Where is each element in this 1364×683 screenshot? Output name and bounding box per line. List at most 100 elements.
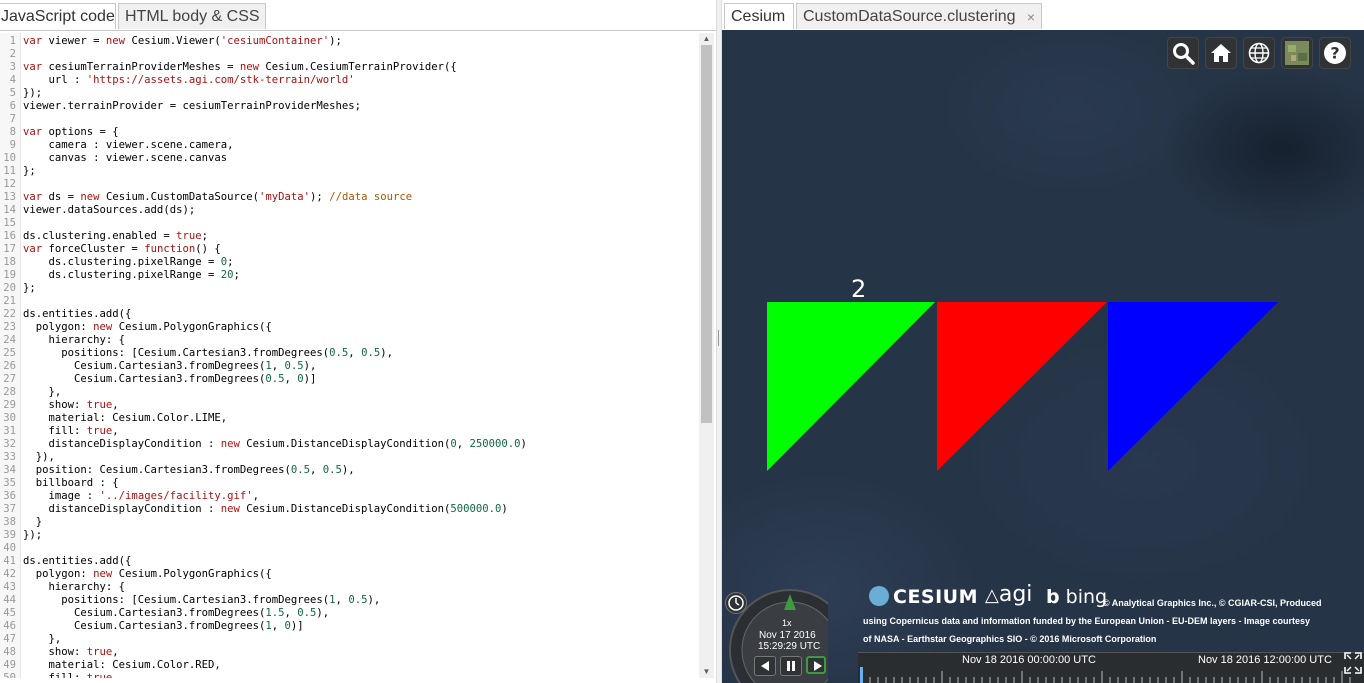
code-text: polygon: new Cesium.PolygonGraphics({ bbox=[23, 321, 272, 333]
cesium-globe-view[interactable]: 2 ? CESIUM △agi b bing © Analytical Grap… bbox=[722, 30, 1364, 683]
line-number: 20 bbox=[3, 282, 16, 294]
code-text: ds.clustering.enabled = true; bbox=[23, 230, 208, 242]
scroll-up-arrow-icon[interactable]: ▲ bbox=[699, 33, 714, 45]
code-line: 6 viewer.terrainProvider = cesiumTerrainP… bbox=[0, 100, 700, 113]
code-line: 19 ds.clustering.pixelRange = 20; bbox=[0, 269, 700, 282]
line-number: 14 bbox=[3, 204, 16, 216]
line-number: 23 bbox=[3, 321, 16, 333]
help-button[interactable]: ? bbox=[1319, 37, 1351, 69]
line-number: 12 bbox=[3, 178, 16, 190]
line-number: 10 bbox=[3, 152, 16, 164]
clock-icon bbox=[728, 595, 744, 611]
code-text: url : 'https://assets.agi.com/stk-terrai… bbox=[23, 74, 355, 86]
cesium-viewer-pane: Cesium CustomDataSource.clustering × 2 ? bbox=[722, 0, 1364, 683]
close-icon[interactable]: × bbox=[1027, 4, 1035, 30]
code-text: Cesium.Cartesian3.fromDegrees(1, 0.5), bbox=[23, 360, 317, 372]
code-line: 32 distanceDisplayCondition : new Cesium… bbox=[0, 438, 700, 451]
code-line: 44 positions: [Cesium.Cartesian3.fromDeg… bbox=[0, 594, 700, 607]
play-reverse-button[interactable] bbox=[754, 656, 776, 676]
code-line: 11}; bbox=[0, 165, 700, 178]
svg-text:?: ? bbox=[1330, 44, 1339, 63]
code-text: show: true, bbox=[23, 646, 119, 658]
pause-button[interactable] bbox=[780, 656, 802, 676]
tab-javascript-code[interactable]: JavaScript code bbox=[0, 3, 116, 29]
code-text: viewer.terrainProvider = cesiumTerrainPr… bbox=[23, 100, 362, 112]
line-number: 8 bbox=[9, 126, 16, 138]
editor-scrollbar[interactable]: ▲ ▼ bbox=[699, 33, 714, 678]
tab-customdatasource-clustering[interactable]: CustomDataSource.clustering × bbox=[796, 3, 1042, 29]
timeline-needle[interactable] bbox=[860, 667, 863, 683]
fullscreen-button[interactable] bbox=[1344, 652, 1362, 674]
play-reverse-icon bbox=[761, 661, 769, 671]
code-line: 23 polygon: new Cesium.PolygonGraphics({ bbox=[0, 321, 700, 334]
code-text: fill: true bbox=[23, 672, 113, 678]
code-line: 48 show: true, bbox=[0, 646, 700, 659]
code-text: billboard : { bbox=[23, 477, 119, 489]
code-line: 9 camera : viewer.scene.camera, bbox=[0, 139, 700, 152]
agi-logo[interactable]: △agi bbox=[985, 582, 1032, 607]
viewer-tab-bar: Cesium CustomDataSource.clustering × bbox=[722, 0, 1364, 31]
lime-triangle bbox=[767, 302, 935, 471]
imagery-layer-icon bbox=[1285, 41, 1309, 65]
line-number: 32 bbox=[3, 438, 16, 450]
line-number: 6 bbox=[9, 100, 16, 112]
code-text: }; bbox=[23, 165, 36, 177]
code-text: var options = { bbox=[23, 126, 119, 138]
code-line: 35 billboard : { bbox=[0, 477, 700, 490]
line-number: 2 bbox=[9, 48, 16, 60]
clock-button[interactable] bbox=[725, 592, 747, 614]
line-number: 5 bbox=[9, 87, 16, 99]
code-text: }, bbox=[23, 633, 62, 645]
scrollbar-thumb[interactable] bbox=[701, 45, 712, 423]
line-number: 40 bbox=[3, 542, 16, 554]
code-text: var forceCluster = function() { bbox=[23, 243, 221, 255]
code-line: 3 var cesiumTerrainProviderMeshes = new C… bbox=[0, 61, 700, 74]
bing-logo[interactable]: b bing bbox=[1046, 586, 1107, 608]
play-button[interactable] bbox=[806, 656, 826, 674]
animation-date: Nov 17 2016 bbox=[759, 630, 816, 641]
code-line: 2 bbox=[0, 48, 700, 61]
play-icon bbox=[814, 661, 822, 671]
home-icon bbox=[1211, 44, 1231, 62]
tab-cesium[interactable]: Cesium bbox=[724, 3, 794, 29]
code-text: }, bbox=[23, 386, 62, 398]
line-number: 47 bbox=[3, 633, 16, 645]
line-number: 25 bbox=[3, 347, 16, 359]
code-line: 28 }, bbox=[0, 386, 700, 399]
code-text: material: Cesium.Color.LIME, bbox=[23, 412, 228, 424]
line-number: 1 bbox=[9, 35, 16, 47]
line-number: 44 bbox=[3, 594, 16, 606]
timeline[interactable]: Nov 18 2016 00:00:00 UTC Nov 18 2016 12:… bbox=[858, 652, 1364, 683]
code-line: 46 Cesium.Cartesian3.fromDegrees(1, 0)] bbox=[0, 620, 700, 633]
line-number: 50 bbox=[3, 672, 16, 678]
line-number: 11 bbox=[3, 165, 16, 177]
code-line: 26 Cesium.Cartesian3.fromDegrees(1, 0.5)… bbox=[0, 360, 700, 373]
code-text: Cesium.Cartesian3.fromDegrees(1.5, 0.5), bbox=[23, 607, 330, 619]
cesium-logo[interactable]: CESIUM bbox=[869, 586, 978, 608]
code-text: hierarchy: { bbox=[23, 334, 126, 346]
code-text: ds.entities.add({ bbox=[23, 308, 132, 320]
code-text: image : '../images/facility.gif', bbox=[23, 490, 260, 502]
line-number: 26 bbox=[3, 360, 16, 372]
code-line: 20}; bbox=[0, 282, 700, 295]
line-number: 49 bbox=[3, 659, 16, 671]
cluster-count-label: 2 bbox=[851, 275, 867, 303]
line-number: 36 bbox=[3, 490, 16, 502]
scene-mode-button[interactable] bbox=[1243, 37, 1275, 69]
line-number: 18 bbox=[3, 256, 16, 268]
line-number: 38 bbox=[3, 516, 16, 528]
code-text: polygon: new Cesium.PolygonGraphics({ bbox=[23, 568, 272, 580]
geocoder-search-button[interactable] bbox=[1167, 37, 1199, 69]
code-line: 43 hierarchy: { bbox=[0, 581, 700, 594]
credit-line-1: © Analytical Graphics Inc., © CGIAR-CSI,… bbox=[1103, 598, 1322, 608]
tab-html-body-css[interactable]: HTML body & CSS bbox=[118, 3, 266, 29]
code-text: positions: [Cesium.Cartesian3.fromDegree… bbox=[23, 594, 381, 606]
base-layer-picker-button[interactable] bbox=[1281, 37, 1313, 69]
code-line: 8 var options = { bbox=[0, 126, 700, 139]
home-button[interactable] bbox=[1205, 37, 1237, 69]
code-line: 49 material: Cesium.Color.RED, bbox=[0, 659, 700, 672]
scroll-down-arrow-icon[interactable]: ▼ bbox=[699, 666, 714, 678]
code-line: 47 }, bbox=[0, 633, 700, 646]
code-editor[interactable]: 1 var viewer = new Cesium.Viewer('cesiumC… bbox=[0, 33, 714, 678]
line-number: 48 bbox=[3, 646, 16, 658]
